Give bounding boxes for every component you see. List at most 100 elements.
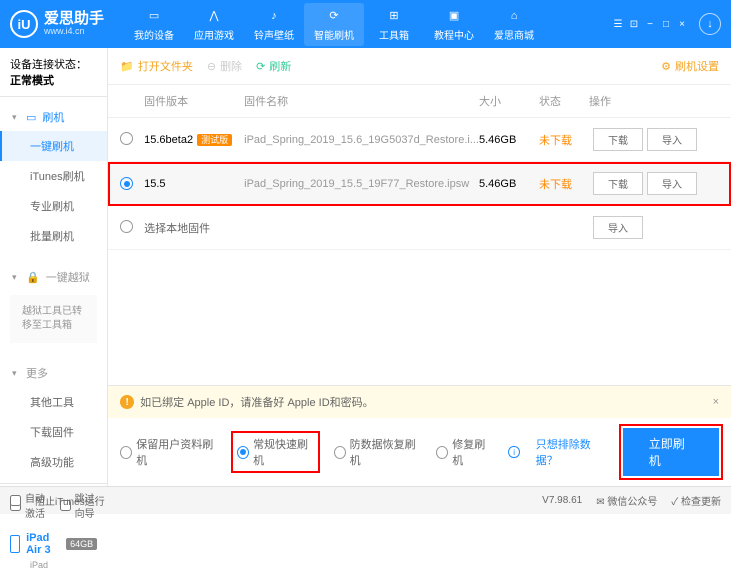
app-icon: ⋀ (205, 7, 223, 25)
import-button[interactable]: 导入 (647, 172, 697, 195)
opt-repair[interactable]: 修复刷机 (436, 436, 492, 468)
info-icon[interactable]: i (508, 446, 519, 458)
firmware-row[interactable]: 15.6beta2测试版 iPad_Spring_2019_15.6_19G50… (108, 118, 731, 162)
close-warning-icon[interactable]: × (713, 396, 719, 408)
col-status: 状态 (539, 93, 589, 109)
block-itunes-checkbox[interactable] (10, 495, 21, 506)
firmware-size: 5.46GB (479, 178, 539, 190)
sidebar-head-flash[interactable]: ▾▭刷机 (0, 103, 107, 131)
menu-icon[interactable]: ☰ (611, 17, 625, 31)
sidebar-item-itunes[interactable]: iTunes刷机 (0, 161, 107, 191)
wechat-link[interactable]: ✉ 微信公众号 (596, 493, 657, 508)
device-subtype: iPad (0, 560, 107, 570)
check-update-link[interactable]: ✓ 检查更新 (671, 493, 721, 508)
sidebar-item-advanced[interactable]: 高级功能 (0, 447, 107, 477)
refresh-icon: ⟳ (256, 60, 265, 73)
flash-now-button[interactable]: 立即刷机 (623, 428, 719, 476)
download-button[interactable]: 下载 (593, 172, 643, 195)
firmware-name: iPad_Spring_2019_15.5_19F77_Restore.ipsw (244, 178, 479, 190)
sidebar-item-download[interactable]: 下载固件 (0, 417, 107, 447)
sidebar-item-batch[interactable]: 批量刷机 (0, 221, 107, 251)
exclude-data-link[interactable]: 只想排除数据？ (536, 436, 607, 468)
delete-button[interactable]: ⊖删除 (207, 58, 242, 74)
import-button[interactable]: 导入 (647, 128, 697, 151)
chevron-down-icon: ▾ (12, 368, 20, 379)
app-url: www.i4.cn (44, 27, 104, 37)
main-nav: ▭我的设备 ⋀应用游戏 ♪铃声壁纸 ⟳智能刷机 ⊞工具箱 ▣教程中心 ⌂爱思商城 (124, 3, 544, 46)
lock-icon[interactable]: ⊡ (627, 17, 641, 31)
nav-toolbox[interactable]: ⊞工具箱 (364, 3, 424, 46)
flash-settings-button[interactable]: ⚙刷机设置 (661, 58, 719, 74)
col-size: 大小 (479, 93, 539, 109)
lock-icon: 🔒 (26, 271, 40, 284)
sidebar-item-pro[interactable]: 专业刷机 (0, 191, 107, 221)
main-panel: 📁打开文件夹 ⊖删除 ⟳刷新 ⚙刷机设置 固件版本 固件名称 大小 状态 操作 … (108, 48, 731, 486)
nav-my-device[interactable]: ▭我的设备 (124, 3, 184, 46)
warning-icon: ! (120, 395, 134, 409)
device-info[interactable]: iPad Air 3 64GB (0, 526, 107, 562)
sidebar-item-oneclick[interactable]: 一键刷机 (0, 131, 107, 161)
sidebar-item-other[interactable]: 其他工具 (0, 387, 107, 417)
device-name: iPad Air 3 (26, 532, 60, 556)
sidebar-head-more[interactable]: ▾更多 (0, 359, 107, 387)
col-version: 固件版本 (144, 93, 244, 109)
radio-unchecked (436, 446, 448, 459)
jailbreak-note: 越狱工具已转移至工具箱 (10, 295, 97, 343)
toolbox-icon: ⊞ (385, 7, 403, 25)
maximize-icon[interactable]: □ (659, 17, 673, 31)
refresh-icon: ⟳ (325, 7, 343, 25)
chevron-down-icon: ▾ (12, 112, 20, 123)
ipad-icon (10, 535, 20, 553)
app-logo: iU 爱思助手 www.i4.cn (10, 10, 104, 38)
download-button[interactable]: 下载 (593, 128, 643, 151)
warning-text: 如已绑定 Apple ID，请准备好 Apple ID和密码。 (140, 394, 374, 410)
radio-unchecked (334, 446, 346, 459)
sync-icon[interactable]: ↓ (699, 13, 721, 35)
nav-flash[interactable]: ⟳智能刷机 (304, 3, 364, 46)
opt-normal-flash[interactable]: 常规快速刷机 (233, 433, 318, 471)
connection-status: 设备连接状态：正常模式 (0, 48, 107, 97)
warning-bar: ! 如已绑定 Apple ID，请准备好 Apple ID和密码。 × (108, 386, 731, 418)
close-icon[interactable]: × (675, 17, 689, 31)
open-folder-button[interactable]: 📁打开文件夹 (120, 58, 193, 74)
logo-icon: iU (10, 10, 38, 38)
radio-unchecked[interactable] (120, 132, 133, 145)
window-controls: ☰ ⊡ − □ × ↓ (611, 13, 721, 35)
firmware-name: iPad_Spring_2019_15.6_19G5037d_Restore.i… (244, 134, 479, 146)
col-name: 固件名称 (244, 93, 479, 109)
radio-unchecked (120, 446, 132, 459)
opt-keep-data[interactable]: 保留用户资料刷机 (120, 436, 217, 468)
delete-icon: ⊖ (207, 60, 216, 73)
radio-unchecked[interactable] (120, 220, 133, 233)
radio-checked[interactable] (120, 177, 133, 190)
nav-tutorial[interactable]: ▣教程中心 (424, 3, 484, 46)
firmware-size: 5.46GB (479, 134, 539, 146)
nav-ringtone[interactable]: ♪铃声壁纸 (244, 3, 304, 46)
app-name: 爱思助手 (44, 11, 104, 28)
firmware-status: 未下载 (539, 132, 589, 148)
book-icon: ▣ (445, 7, 463, 25)
beta-badge: 测试版 (197, 134, 232, 146)
wechat-icon: ✉ (596, 497, 604, 508)
refresh-button[interactable]: ⟳刷新 (256, 58, 291, 74)
opt-anti-recovery[interactable]: 防数据恢复刷机 (334, 436, 421, 468)
statusbar: 阻止iTunes运行 V7.98.61 ✉ 微信公众号 ✓ 检查更新 (0, 486, 731, 514)
storage-badge: 64GB (66, 538, 97, 550)
update-icon: ✓ (671, 497, 678, 508)
local-firmware-label: 选择本地固件 (144, 220, 589, 236)
col-ops: 操作 (589, 93, 719, 109)
chevron-down-icon: ▾ (12, 272, 20, 283)
local-firmware-row[interactable]: 选择本地固件 导入 (108, 206, 731, 250)
nav-store[interactable]: ⌂爱思商城 (484, 3, 544, 46)
version-label: V7.98.61 (542, 495, 582, 506)
nav-apps[interactable]: ⋀应用游戏 (184, 3, 244, 46)
firmware-status: 未下载 (539, 176, 589, 192)
note-icon: ♪ (265, 7, 283, 25)
firmware-row-selected[interactable]: 15.5 iPad_Spring_2019_15.5_19F77_Restore… (108, 162, 731, 206)
sidebar-head-jailbreak[interactable]: ▾🔒一键越狱 (0, 263, 107, 291)
folder-icon: 📁 (120, 60, 134, 73)
cart-icon: ⌂ (505, 7, 523, 25)
minimize-icon[interactable]: − (643, 17, 657, 31)
radio-checked (237, 446, 249, 459)
import-local-button[interactable]: 导入 (593, 216, 643, 239)
